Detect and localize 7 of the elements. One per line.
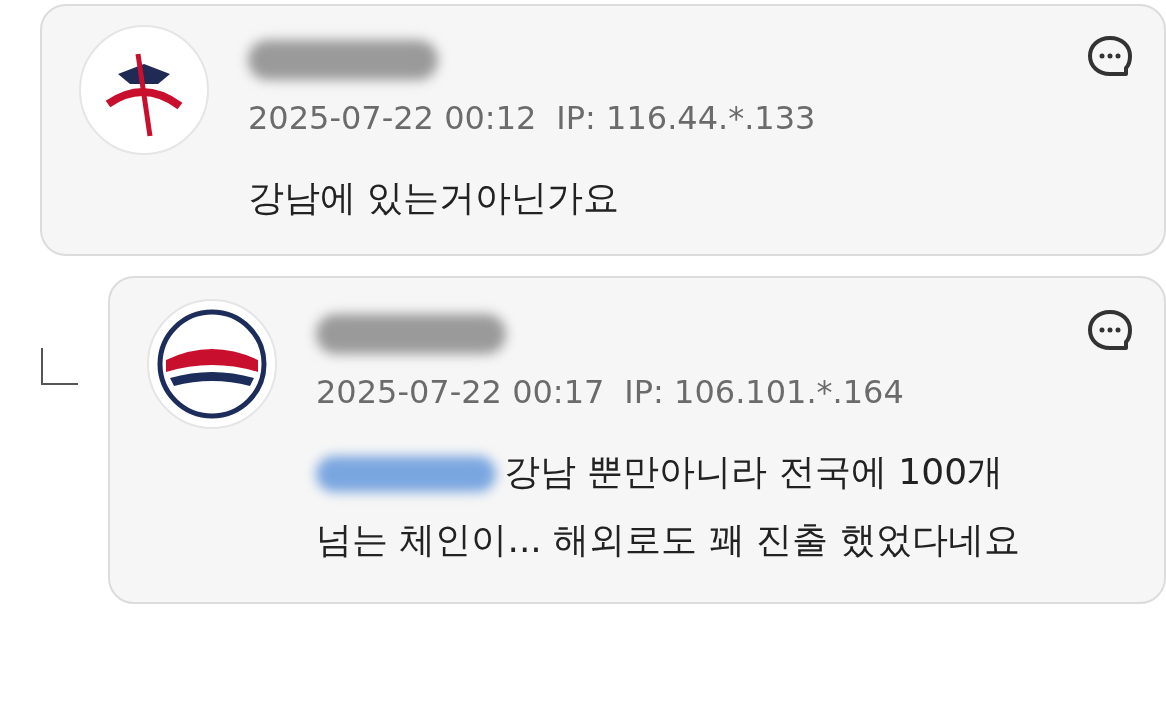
- comment-date: 2025-07-22 00:17: [316, 372, 605, 413]
- comment-text: 강남에 있는거아닌가요: [248, 176, 620, 220]
- comment-text: 강남 뿐만아니라 전국에 100개 넘는 체인이... 해외로도 꽤 진출 했었다네요: [316, 450, 1021, 562]
- reply-indicator-icon: [40, 348, 80, 386]
- comment-date: 2025-07-22 00:12: [248, 98, 537, 139]
- ip-address: IP: 106.101.*.164: [624, 372, 904, 413]
- ip-address: IP: 116.44.*.133: [556, 98, 816, 139]
